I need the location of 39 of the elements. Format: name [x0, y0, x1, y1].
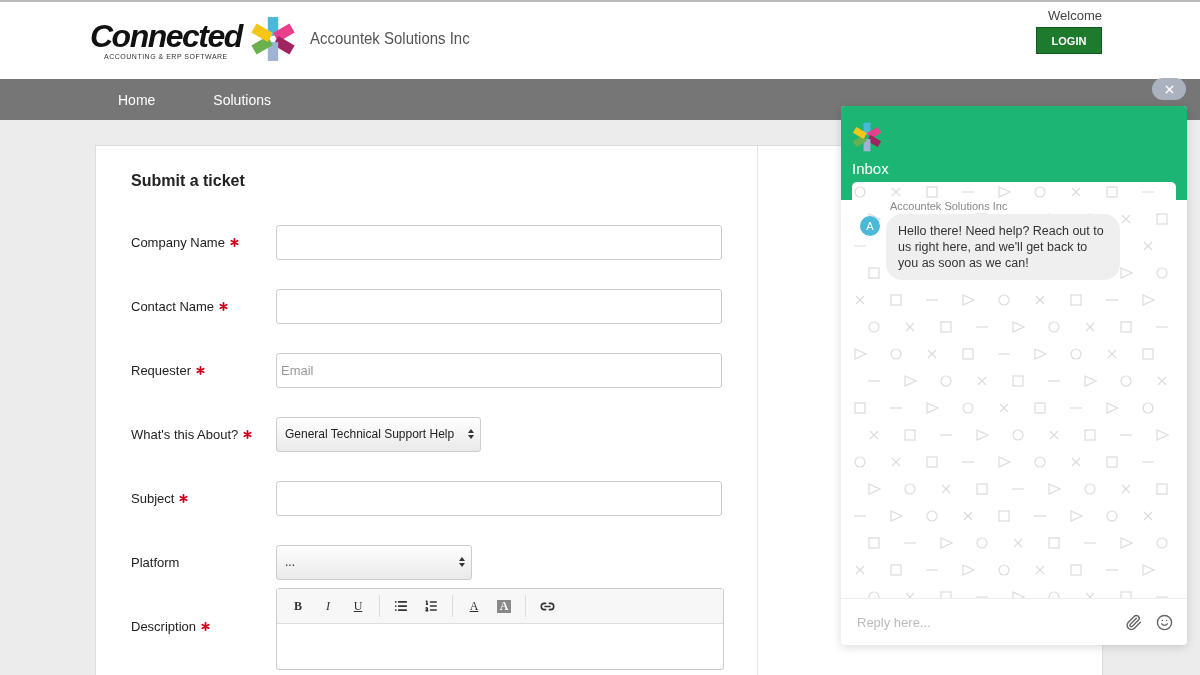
text-field[interactable] — [276, 288, 722, 324]
field-label: Subject — [131, 490, 175, 506]
field-label: Platform — [131, 554, 180, 570]
login-button[interactable]: LOGIN — [1036, 27, 1102, 54]
text-field[interactable] — [276, 480, 722, 516]
updown-icon — [468, 429, 475, 439]
numbered-list-icon — [424, 599, 438, 613]
chat-title: Inbox — [852, 160, 890, 177]
company-name: Accountek Solutions Inc — [309, 29, 470, 49]
form-title: Submit a ticket — [131, 172, 246, 190]
field-label: What's this About? — [131, 426, 239, 442]
select-field[interactable]: General Technical Support Help — [276, 416, 482, 452]
welcome-text: Welcome — [1048, 8, 1102, 23]
field-label: Company Name — [131, 234, 225, 250]
logo-wordmark: Connected — [90, 18, 242, 53]
select-field[interactable]: ... — [276, 544, 472, 580]
close-button[interactable] — [1152, 78, 1186, 100]
format-button[interactable]: U — [345, 595, 371, 617]
pinwheel-logo-icon — [852, 122, 882, 152]
field-label: Contact Name — [131, 298, 215, 314]
field-label: Description — [131, 618, 197, 634]
attach-icon[interactable] — [1125, 613, 1142, 631]
bulleted-list-icon — [394, 599, 408, 613]
sender-name: Accountek Solutions Inc — [890, 200, 1009, 212]
pinwheel-logo-icon — [249, 16, 296, 62]
format-button[interactable]: A — [461, 595, 487, 617]
message-bubble: Hello there! Need help? Reach out to us right here, and we'll get back to you as soon as we can! — [886, 214, 1120, 280]
updown-icon — [459, 557, 465, 567]
avatar: A — [860, 216, 880, 236]
field-label: Requester — [131, 362, 191, 378]
format-button[interactable]: B — [285, 595, 311, 617]
emoji-icon[interactable] — [1156, 613, 1173, 631]
nav-link[interactable]: Solutions — [213, 91, 271, 108]
format-button[interactable]: I — [315, 595, 341, 617]
text-field[interactable]: Email — [276, 352, 722, 388]
description-editor[interactable]: B I U A A — [276, 588, 724, 670]
text-field[interactable] — [276, 224, 722, 260]
format-button[interactable]: A — [497, 599, 511, 613]
nav-link[interactable]: Home — [118, 91, 156, 108]
